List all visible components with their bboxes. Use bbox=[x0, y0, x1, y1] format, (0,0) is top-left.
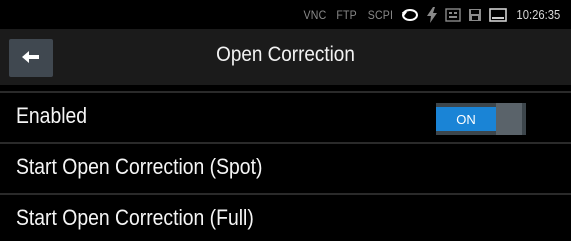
lan-icon bbox=[445, 7, 462, 22]
menu-item-label: Start Open Correction (Full) bbox=[16, 205, 254, 230]
menu-item-label: Enabled bbox=[16, 103, 88, 128]
page-title: Open Correction bbox=[216, 43, 355, 66]
menu-item-enabled[interactable]: Enabled ON bbox=[0, 91, 571, 141]
status-bar: VNC FTP SCPI 10:26:35 bbox=[0, 0, 571, 29]
screen-icon bbox=[489, 7, 508, 22]
save-icon bbox=[468, 8, 482, 22]
clock: 10:26:35 bbox=[516, 7, 561, 22]
status-vnc: VNC bbox=[303, 7, 327, 22]
toggle-knob bbox=[496, 103, 522, 135]
menu-item-start-spot[interactable]: Start Open Correction (Spot) bbox=[0, 142, 571, 192]
bolt-icon bbox=[426, 6, 438, 23]
status-scpi: SCPI bbox=[367, 7, 393, 22]
toggle-on-indicator: ON bbox=[436, 107, 496, 131]
enabled-toggle[interactable]: ON bbox=[436, 103, 526, 135]
status-items: VNC FTP SCPI 10:26:35 bbox=[302, 0, 563, 29]
menu-item-label: Start Open Correction (Spot) bbox=[16, 154, 263, 179]
sync-icon bbox=[401, 8, 419, 22]
status-ftp: FTP bbox=[336, 7, 358, 22]
menu-item-start-full[interactable]: Start Open Correction (Full) bbox=[0, 193, 571, 241]
